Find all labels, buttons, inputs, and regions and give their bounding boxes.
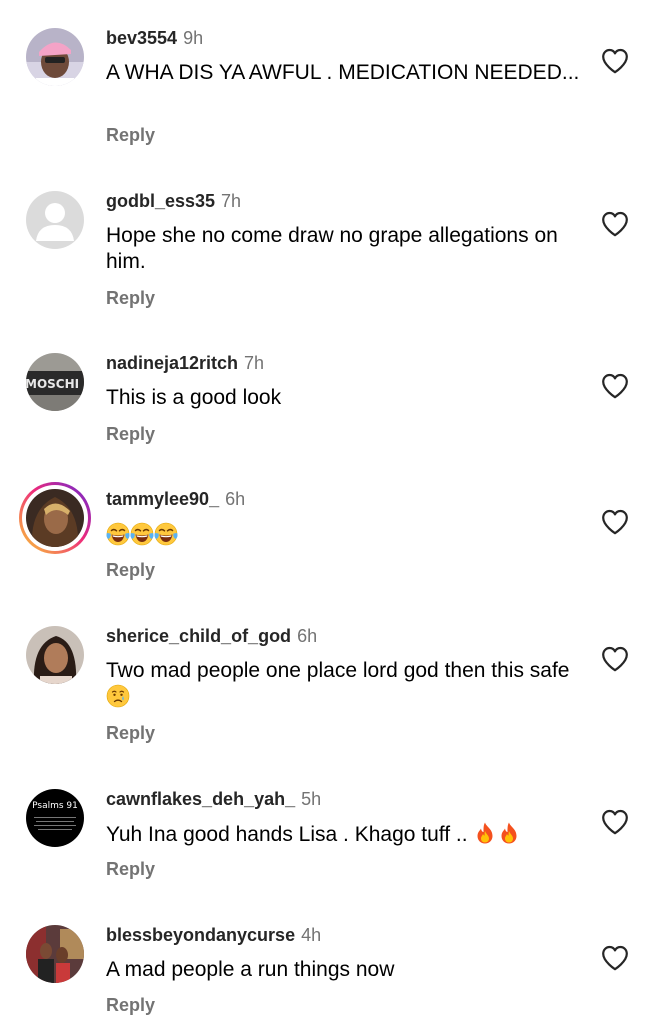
comment-text: This is a good look	[106, 385, 586, 411]
face-with-tears-of-joy-icon	[130, 522, 154, 546]
comment-timestamp: 5h	[301, 789, 322, 809]
reply-button[interactable]: Reply	[106, 994, 155, 1016]
comment-meta: godbl_ess35 7h	[106, 190, 241, 212]
comment-timestamp: 9h	[183, 28, 204, 48]
story-ring-avatar[interactable]	[19, 482, 91, 554]
comment-username[interactable]: nadineja12ritch	[106, 353, 238, 373]
comment-meta: sherice_child_of_god 6h	[106, 625, 317, 647]
comment-body: Two mad people one place lord god then t…	[106, 659, 570, 682]
comment-timestamp: 7h	[244, 353, 265, 373]
comment-meta: cawnflakes_deh_yah_ 5h	[106, 788, 321, 810]
comment-text: Hope she no come draw no grape allegatio…	[106, 223, 586, 275]
comment-username[interactable]: blessbeyondanycurse	[106, 925, 295, 945]
face-with-tears-of-joy-icon	[154, 522, 178, 546]
comment-text	[106, 522, 586, 549]
reply-button[interactable]: Reply	[106, 858, 155, 880]
comment-username[interactable]: godbl_ess35	[106, 191, 215, 211]
comment-text: Yuh Ina good hands Lisa . Khago tuff ..	[106, 821, 586, 848]
comment-body: A WHA DIS YA AWFUL . MEDICATION NEEDED..…	[106, 61, 580, 84]
comment-text: A mad people a run things now	[106, 957, 586, 983]
heart-outline-icon[interactable]	[601, 809, 629, 835]
reply-button[interactable]: Reply	[106, 559, 155, 581]
comment-username[interactable]: tammylee90_	[106, 489, 219, 509]
face-with-tears-of-joy-icon	[106, 522, 130, 546]
reply-button[interactable]: Reply	[106, 722, 155, 744]
comment-body: A mad people a run things now	[106, 958, 395, 981]
comment-body: Yuh Ina good hands Lisa . Khago tuff ..	[106, 823, 468, 846]
heart-outline-icon[interactable]	[601, 211, 629, 237]
fire-icon	[473, 821, 497, 845]
avatar[interactable]	[26, 925, 84, 983]
fire-icon	[497, 821, 521, 845]
comment-timestamp: 7h	[221, 191, 242, 211]
comment-meta: bev3554 9h	[106, 27, 203, 49]
comment-body: This is a good look	[106, 386, 282, 409]
comment-timestamp: 6h	[297, 626, 318, 646]
sad-but-relieved-face-icon	[106, 684, 130, 708]
avatar[interactable]: Psalms 91	[26, 789, 84, 847]
heart-outline-icon[interactable]	[601, 48, 629, 74]
reply-button[interactable]: Reply	[106, 124, 155, 146]
avatar[interactable]	[26, 28, 84, 86]
avatar-text: MOSCHI	[26, 377, 79, 391]
avatar[interactable]: MOSCHI	[26, 353, 84, 411]
comment-timestamp: 4h	[301, 925, 322, 945]
default-profile-icon[interactable]	[26, 191, 84, 249]
reply-button[interactable]: Reply	[106, 287, 155, 309]
avatar-text: Psalms 91	[32, 801, 78, 811]
comment-username[interactable]: bev3554	[106, 28, 177, 48]
comment-meta: nadineja12ritch 7h	[106, 352, 264, 374]
avatar[interactable]	[26, 626, 84, 684]
heart-outline-icon[interactable]	[601, 373, 629, 399]
comment-timestamp: 6h	[225, 489, 246, 509]
heart-outline-icon[interactable]	[601, 646, 629, 672]
heart-outline-icon[interactable]	[601, 945, 629, 971]
comment-body: Hope she no come draw no grape allegatio…	[106, 224, 558, 273]
reply-button[interactable]: Reply	[106, 423, 155, 445]
comment-username[interactable]: cawnflakes_deh_yah_	[106, 789, 295, 809]
comment-meta: blessbeyondanycurse 4h	[106, 924, 321, 946]
comment-text: Two mad people one place lord god then t…	[106, 658, 586, 711]
comment-text: A WHA DIS YA AWFUL . MEDICATION NEEDED..…	[106, 60, 586, 86]
comment-meta: tammylee90_ 6h	[106, 488, 245, 510]
heart-outline-icon[interactable]	[601, 509, 629, 535]
comment-username[interactable]: sherice_child_of_god	[106, 626, 291, 646]
